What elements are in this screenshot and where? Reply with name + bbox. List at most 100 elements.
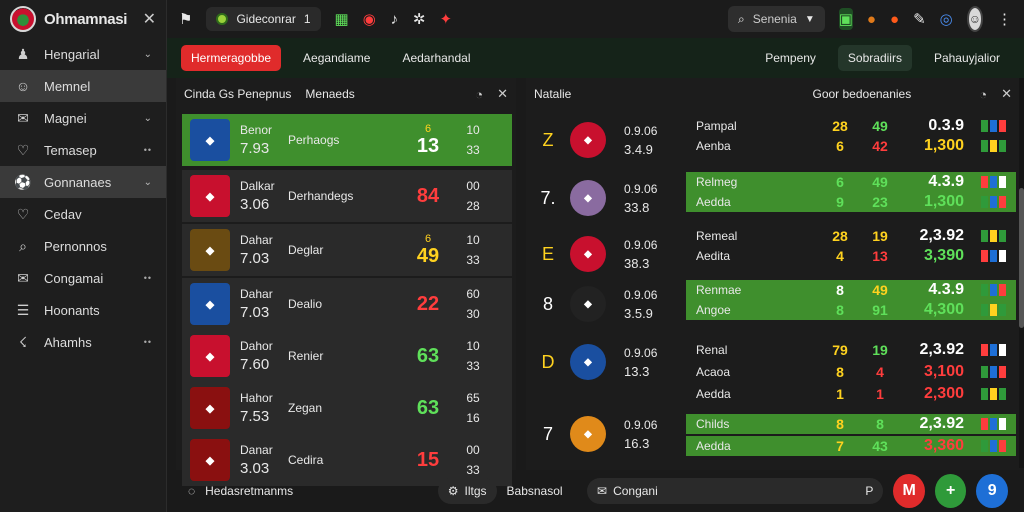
row-name: Deglar [288, 243, 324, 257]
sidebar-item-6[interactable]: ⌕ Pernonnos [0, 230, 166, 262]
more-vertical-icon[interactable]: ⋮ [997, 8, 1012, 30]
location-icon[interactable]: ◉ [363, 8, 376, 30]
more-dots-icon[interactable]: •• [144, 145, 152, 155]
table-row[interactable]: 8 ◆ 0.9.06 3.5.9 [526, 278, 686, 330]
row-stat-b: 16 [466, 411, 480, 425]
app-name: Ohmamnasi [44, 10, 128, 28]
row-name: Cedira [288, 453, 324, 467]
table-row[interactable]: Aedita 4 13 3,390 [686, 246, 1016, 266]
list-item[interactable]: ◆ Dalkar 3.06 Derhandegs 84 00 28 [182, 170, 512, 222]
sidebar-item-3[interactable]: ♡ Temasep •• [0, 134, 166, 166]
sidebar-item-7[interactable]: ✉ Congamai •• [0, 262, 166, 294]
table-row[interactable]: Aedda 1 1 2,300 [686, 384, 1016, 404]
edit-icon[interactable]: ✎ [913, 8, 926, 30]
scrollbar-thumb[interactable] [1019, 188, 1024, 328]
row-value: 7.03 [240, 304, 270, 321]
sidebar-item-label: Temasep [44, 142, 97, 158]
flag-icon[interactable]: ⚑ [179, 8, 192, 30]
people-icon: ♟ [16, 45, 30, 62]
more-dots-icon[interactable]: •• [144, 337, 152, 347]
table-row[interactable]: Renal 79 19 2,3.92 [686, 340, 1016, 360]
tab-left-3[interactable]: Aedarhandal [392, 45, 480, 71]
fire-icon[interactable]: ✦ [439, 8, 452, 30]
table-row[interactable]: Remeal 28 19 2,3.92 [686, 226, 1016, 246]
table-row[interactable]: Acaoa 8 4 3,100 [686, 362, 1016, 382]
close-panel-icon[interactable]: ✕ [497, 86, 508, 102]
stat-1: 28 [832, 118, 848, 134]
table-row[interactable]: Aedda 7 43 3,360 [686, 436, 1016, 456]
calendar-icon[interactable]: ▣ [838, 8, 853, 30]
table-row[interactable]: 7. ◆ 0.9.06 33.8 [526, 172, 686, 224]
row-sub: 6 [424, 122, 432, 135]
pin-icon[interactable]: ◔ [979, 87, 987, 102]
sidebar-item-9[interactable]: ☇ Ahamhs •• [0, 326, 166, 358]
table-row[interactable]: E ◆ 0.9.06 38.3 [526, 228, 686, 280]
avatar[interactable]: ☺ [966, 6, 983, 32]
stat-2: 49 [872, 174, 888, 190]
row-sub: 6 [424, 232, 432, 245]
more-dots-icon[interactable]: •• [144, 273, 152, 283]
table-row[interactable]: D ◆ 0.9.06 13.3 [526, 336, 686, 388]
list-item[interactable]: ◆ Dahar 7.03 Dealio 22 60 30 [182, 278, 512, 330]
scrollbar[interactable] [1019, 78, 1024, 468]
table-row[interactable]: Angoe 8 91 4,300 [686, 300, 1016, 320]
sidebar-item-5[interactable]: ♡ Cedav [0, 198, 166, 230]
sidebar-item-8[interactable]: ☰ Hoonants [0, 294, 166, 326]
list-item[interactable]: ◆ Dahar 7.03 Deglar 6 49 10 33 [182, 224, 512, 276]
sidebar-item-2[interactable]: ✉ Magnei ⌄ [0, 102, 166, 134]
team-name: Remeal [696, 229, 738, 243]
tab-right-3[interactable]: Pahauyjalior [924, 45, 1010, 71]
left-panel-header: Cinda Gs Penepnus Menaeds ◔ ✕ [176, 78, 516, 110]
table-row[interactable]: Renmae 8 49 4.3.9 [686, 280, 1016, 300]
row-score: 15 [416, 448, 440, 471]
team-crest-icon: ◆ [570, 122, 606, 158]
stat-3: 4,300 [923, 301, 964, 318]
table-row[interactable]: 7 ◆ 0.9.06 16.3 [526, 408, 686, 460]
trophy-icon[interactable]: ● [867, 8, 876, 30]
team-name: Aenba [696, 139, 731, 153]
fab-green-button[interactable]: + [934, 474, 967, 508]
sidebar-item-4[interactable]: ⚽ Gonnanaes ⌄ [0, 166, 166, 198]
p-icon: P [865, 484, 874, 498]
chat-bubble-icon[interactable]: ◌ [188, 484, 195, 498]
app-root: Ohmamnasi ✕ ♟ Hengarial ⌄ ☺ Memnel ✉ Magnei ⌄ ♡ T… [0, 0, 1024, 512]
close-icon[interactable]: ✕ [143, 9, 156, 29]
table-row[interactable]: Aenba 6 42 1,300 [686, 136, 1016, 156]
status-pill[interactable]: Gideconrar 1 [206, 7, 321, 31]
group-value: 3.4.9 [624, 141, 653, 157]
compass-icon[interactable]: ◎ [940, 8, 953, 30]
sidebar-item-1[interactable]: ☺ Memnel [0, 70, 166, 102]
chat-chip[interactable]: ✉ Congani P [587, 478, 884, 504]
sidebar-item-0[interactable]: ♟ Hengarial ⌄ [0, 38, 166, 70]
close-panel-icon[interactable]: ✕ [1001, 86, 1012, 102]
table-row[interactable]: Z ◆ 0.9.06 3.4.9 [526, 114, 686, 166]
table-row[interactable]: Pampal 28 49 0.3.9 [686, 116, 1016, 136]
pin-icon[interactable]: ◔ [475, 87, 483, 102]
team-crest-icon: ◆ [190, 387, 230, 429]
list-item[interactable]: ◆ Dahor 7.60 Renier 63 10 33 [182, 330, 512, 382]
right-panel: Natalie Goor bedoenanies ◔ ✕ Z ◆ 0.9.06 3.4… [526, 78, 1020, 470]
tab-left-2[interactable]: Aegandiame [293, 45, 380, 71]
tab-right-1[interactable]: Pempeny [755, 45, 826, 71]
row-label: Danar [240, 443, 273, 457]
music-icon[interactable]: ♪ [390, 8, 399, 30]
left-panel-subtitle: Menaeds [305, 87, 355, 101]
fab-blue-button[interactable]: 9 [976, 474, 1008, 508]
list-item[interactable]: ◆ Hahor 7.53 Zegan 63 65 16 [182, 382, 512, 434]
table-row[interactable]: Childs 8 8 2,3.92 [686, 414, 1016, 434]
brand: Ohmamnasi ✕ [0, 0, 166, 38]
table-row[interactable]: Relmeg 6 49 4.3.9 [686, 172, 1016, 192]
chevron-down-icon[interactable]: ⌄ [144, 113, 152, 124]
tools-icon[interactable]: ✲ [413, 8, 426, 30]
chevron-down-icon[interactable]: ⌄ [144, 177, 152, 188]
list-item[interactable]: ◆ Benor 7.93 Perhaogs 6 13 10 33 [182, 114, 512, 166]
tab-left-1[interactable]: Hermeragobbe [181, 45, 282, 71]
mid-chip[interactable]: ⚙ Iltgs [437, 478, 497, 504]
tab-right-2[interactable]: Sobradiirs [837, 45, 912, 71]
search-box[interactable]: ⌕ Senenia ▼ [728, 6, 825, 32]
ball-icon[interactable]: ● [890, 8, 899, 30]
fab-red-button[interactable]: M [893, 474, 925, 508]
table-row[interactable]: Aedda 9 23 1,300 [686, 192, 1016, 212]
chevron-down-icon[interactable]: ⌄ [144, 49, 152, 60]
grid-icon[interactable]: ▦ [335, 8, 349, 30]
